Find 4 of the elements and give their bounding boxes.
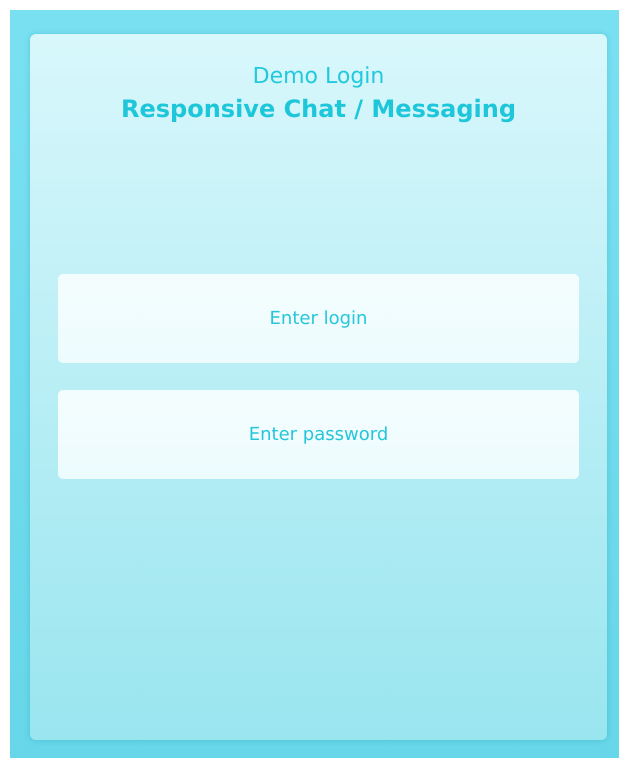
input-field[interactable]: Enter password — [58, 390, 579, 480]
app-title: Responsive Chat / Messaging — [120, 94, 518, 124]
demo-title: Demo Login — [252, 64, 386, 90]
input-field[interactable]: Enter login — [58, 274, 579, 364]
